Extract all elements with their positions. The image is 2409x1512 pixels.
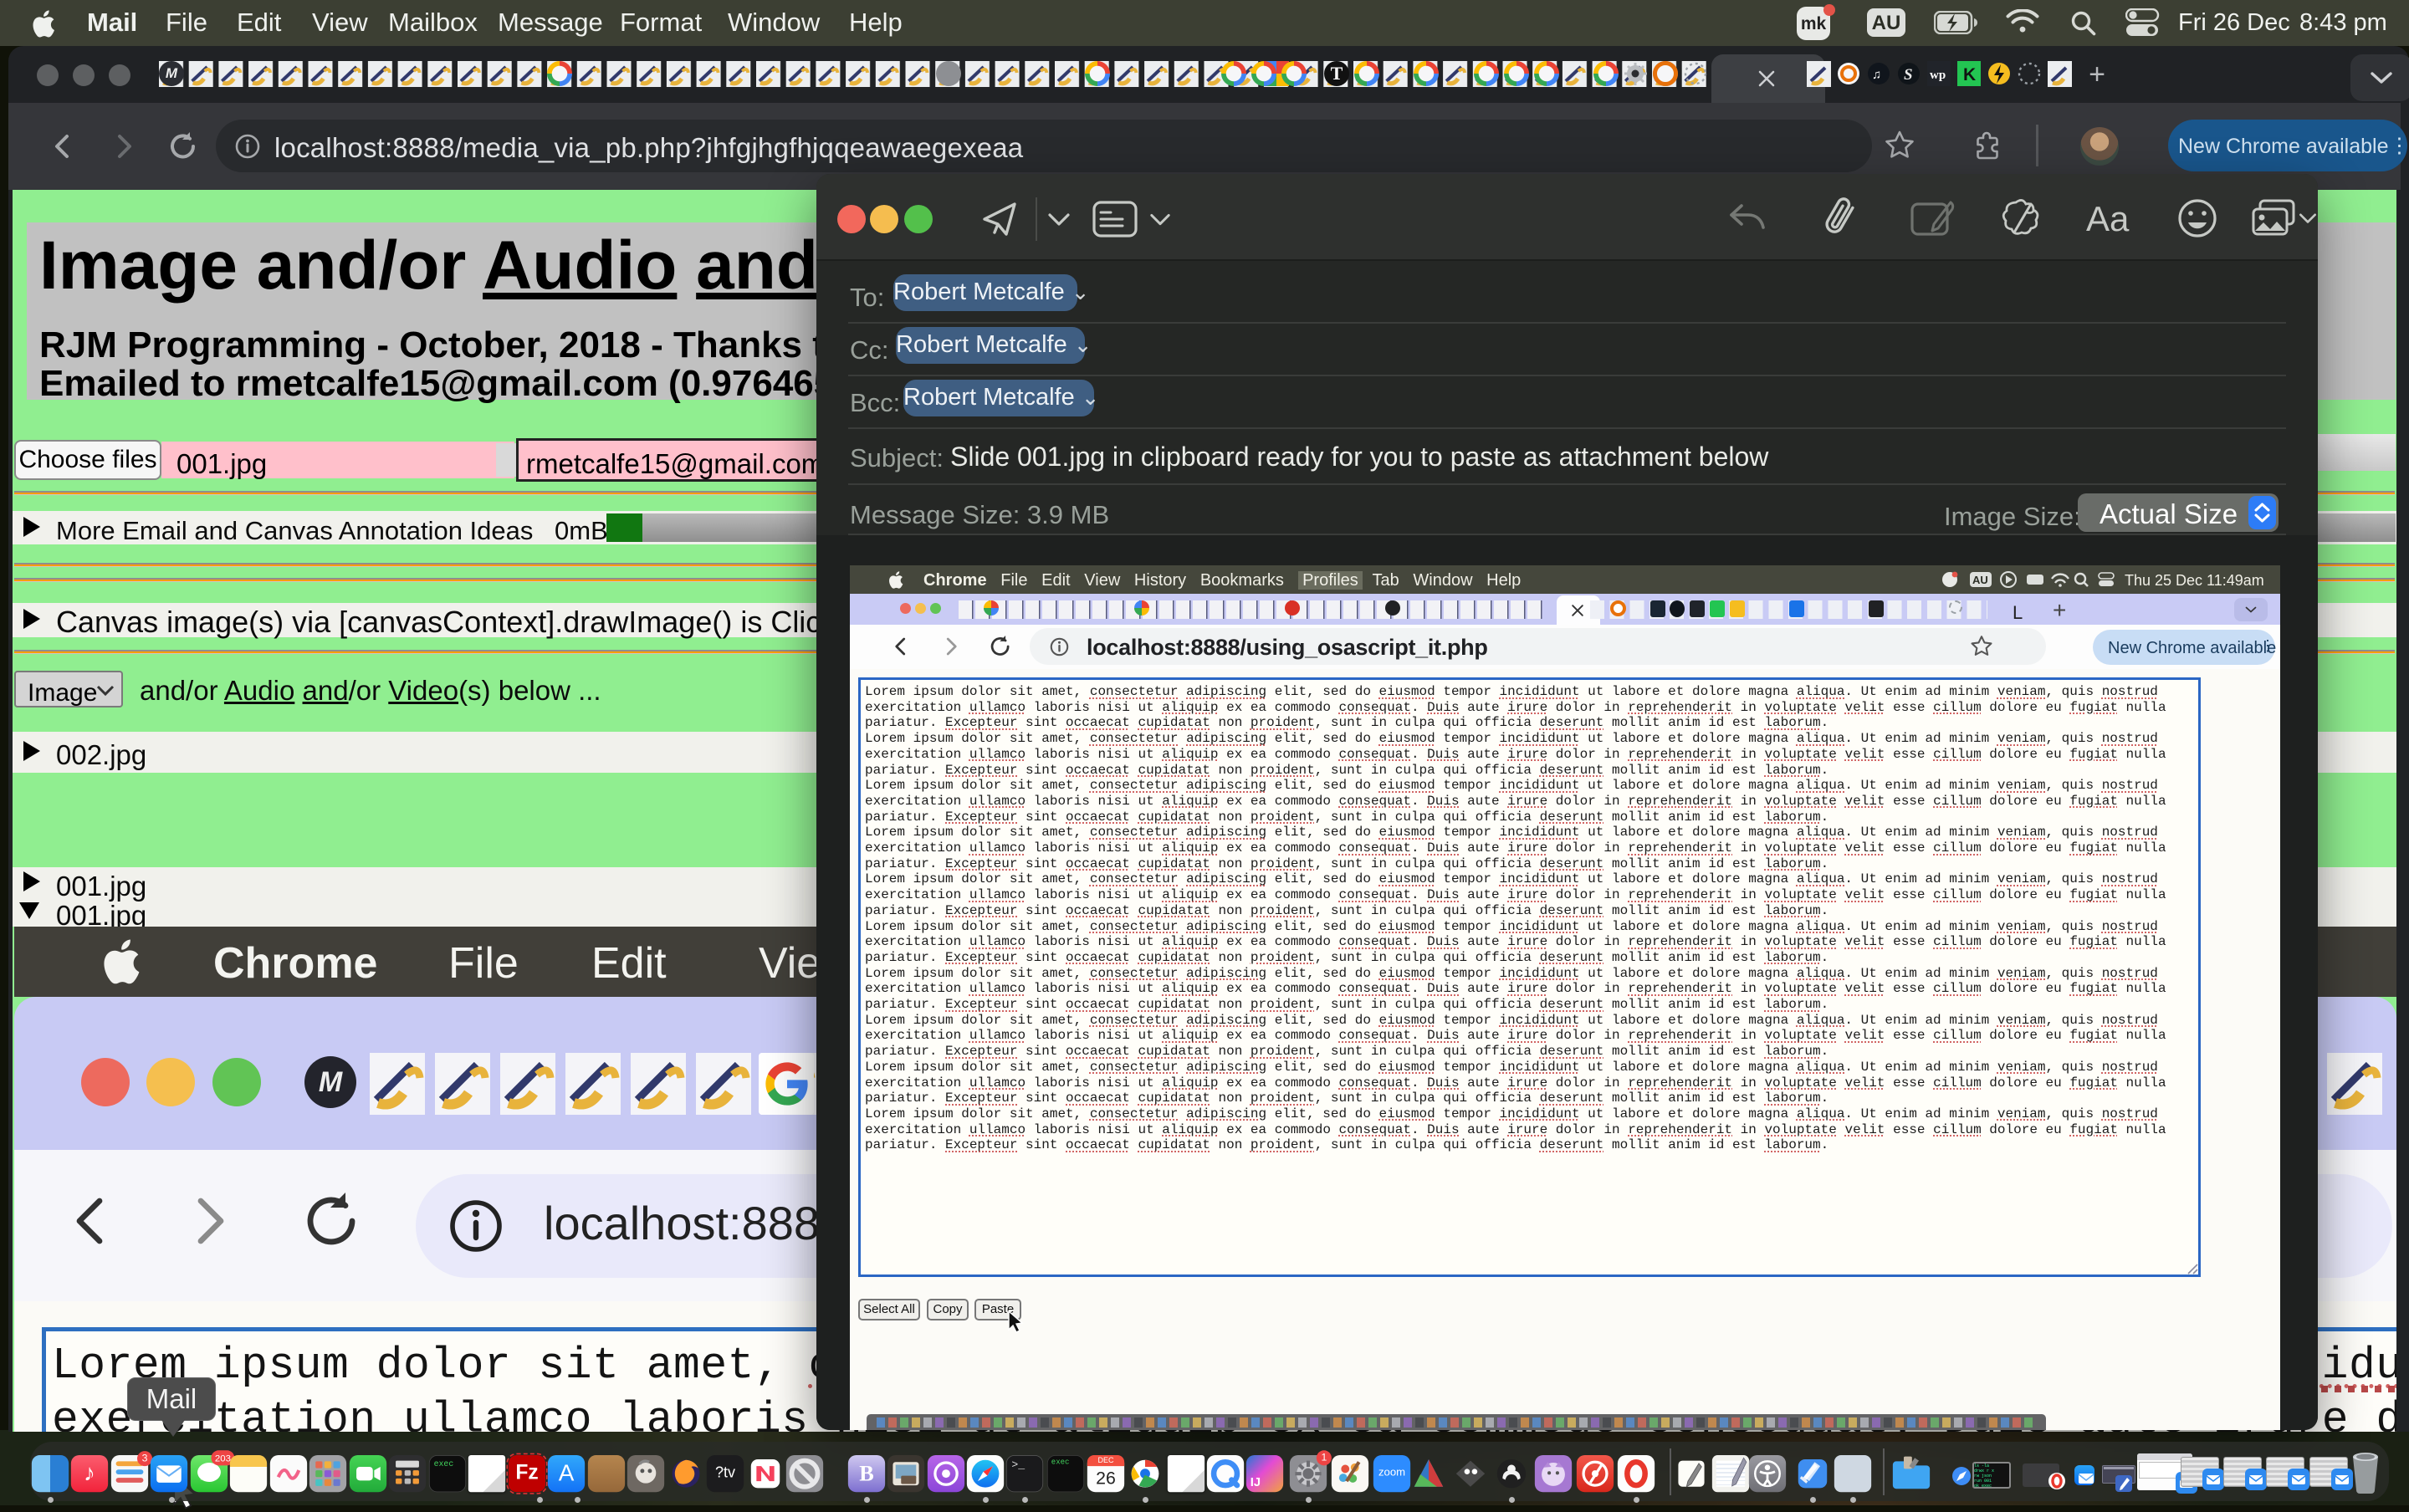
- svg-text:K: K: [1963, 65, 1976, 84]
- svg-text:wp: wp: [1930, 69, 1946, 82]
- svg-text:AU: AU: [1972, 574, 1988, 586]
- svg-text:S: S: [1904, 66, 1913, 84]
- svg-text:♫: ♫: [1872, 68, 1881, 82]
